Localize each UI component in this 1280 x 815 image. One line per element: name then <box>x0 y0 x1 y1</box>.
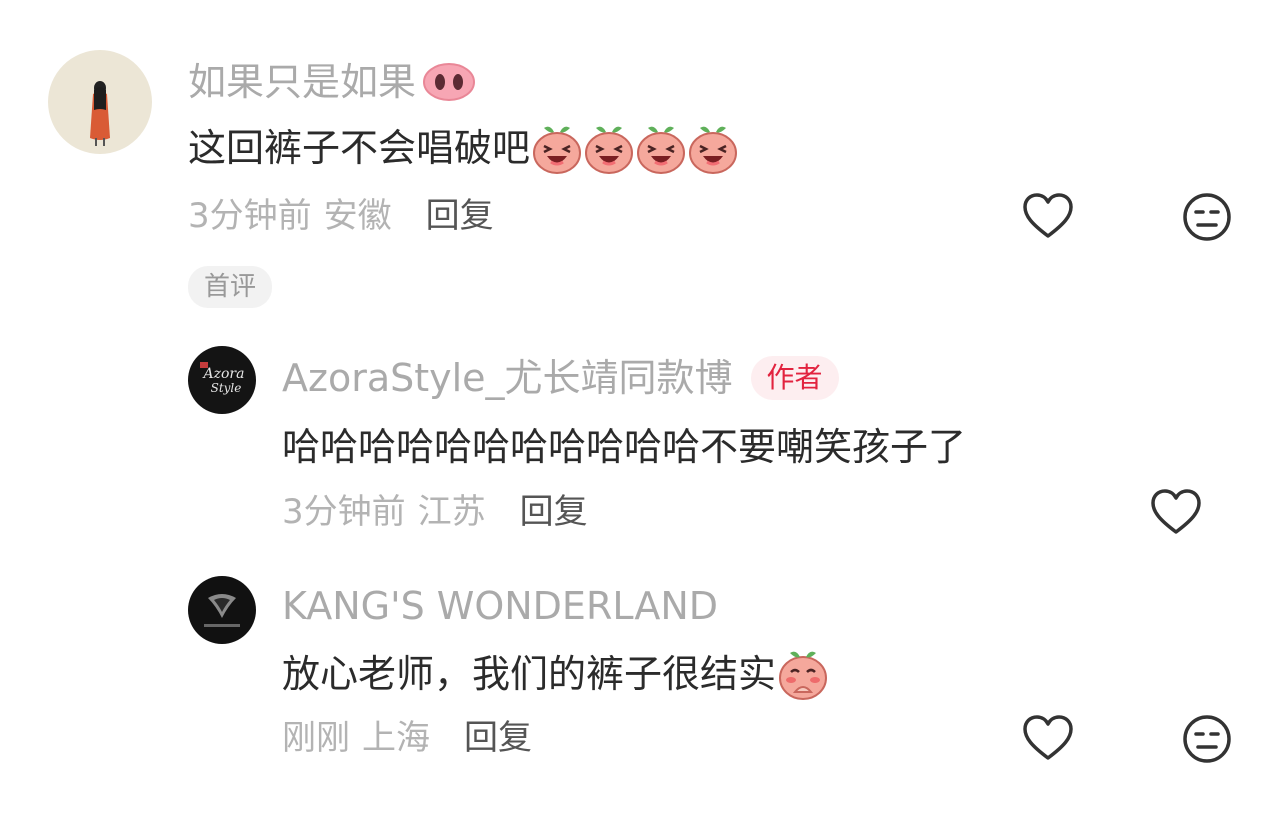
azora-logo-icon: Azora Style <box>200 362 245 395</box>
location: 江苏 <box>417 492 486 532</box>
like-heart-icon[interactable] <box>1022 192 1074 240</box>
username[interactable]: AzoraStyle_尤长靖同款博 <box>282 359 733 397</box>
svg-text:Azora: Azora <box>202 366 245 382</box>
laughing-peach-emoji-icon <box>585 126 634 174</box>
first-comment-badge: 首评 <box>188 266 273 308</box>
praying-peach-emoji-icon <box>779 651 828 700</box>
comment-header: KANG'S WONDERLAND <box>282 584 718 628</box>
timestamp: 刚刚 <box>282 718 350 758</box>
laughing-peach-emoji-icon <box>533 126 582 174</box>
location: 上海 <box>362 718 430 758</box>
dislike-face-icon[interactable] <box>1182 714 1232 764</box>
comment-text-row: 这回裤子不会唱破吧 <box>188 122 738 174</box>
comment-meta: 刚刚 上海 回复 <box>282 718 532 758</box>
timestamp: 3分钟前 <box>188 196 312 236</box>
comment-meta: 3分钟前 安徽 回复 <box>188 196 494 236</box>
pig-nose-emoji-icon <box>423 63 476 101</box>
comment-header: AzoraStyle_尤长靖同款博 作者 <box>282 356 839 400</box>
laughing-peach-emoji-icon <box>689 126 738 174</box>
laughing-peach-emoji-icon <box>637 126 686 174</box>
reply-button[interactable]: 回复 <box>426 199 494 233</box>
dark-logo-icon <box>204 594 240 627</box>
username[interactable]: KANG'S WONDERLAND <box>282 587 718 625</box>
reply-button[interactable]: 回复 <box>464 721 532 755</box>
comment-text-row: 哈哈哈哈哈哈哈哈哈哈哈不要嘲笑孩子了 <box>282 424 966 470</box>
dislike-face-icon[interactable] <box>1182 192 1232 242</box>
comment-text: 放心老师，我们的裤子很结实 <box>282 652 777 696</box>
girl-avatar-icon <box>90 81 110 146</box>
comment-header: 如果只是如果 <box>188 60 476 104</box>
like-heart-icon[interactable] <box>1150 488 1202 536</box>
timestamp: 3分钟前 <box>282 492 406 532</box>
avatar[interactable] <box>188 576 256 644</box>
reply-button[interactable]: 回复 <box>520 495 588 529</box>
comment-text: 哈哈哈哈哈哈哈哈哈哈哈不要嘲笑孩子了 <box>282 425 967 469</box>
comment-text: 这回裤子不会唱破吧 <box>188 126 531 170</box>
username[interactable]: 如果只是如果 <box>188 63 416 101</box>
author-badge: 作者 <box>750 356 839 400</box>
emoji-group <box>532 122 738 174</box>
svg-text:Style: Style <box>211 381 242 395</box>
avatar[interactable] <box>48 50 152 154</box>
like-heart-icon[interactable] <box>1022 714 1074 762</box>
location: 安徽 <box>323 196 392 236</box>
comment-meta: 3分钟前 江苏 回复 <box>282 492 588 532</box>
comment-text-row: 放心老师，我们的裤子很结实 <box>282 648 828 700</box>
avatar[interactable]: Azora Style <box>188 346 256 414</box>
